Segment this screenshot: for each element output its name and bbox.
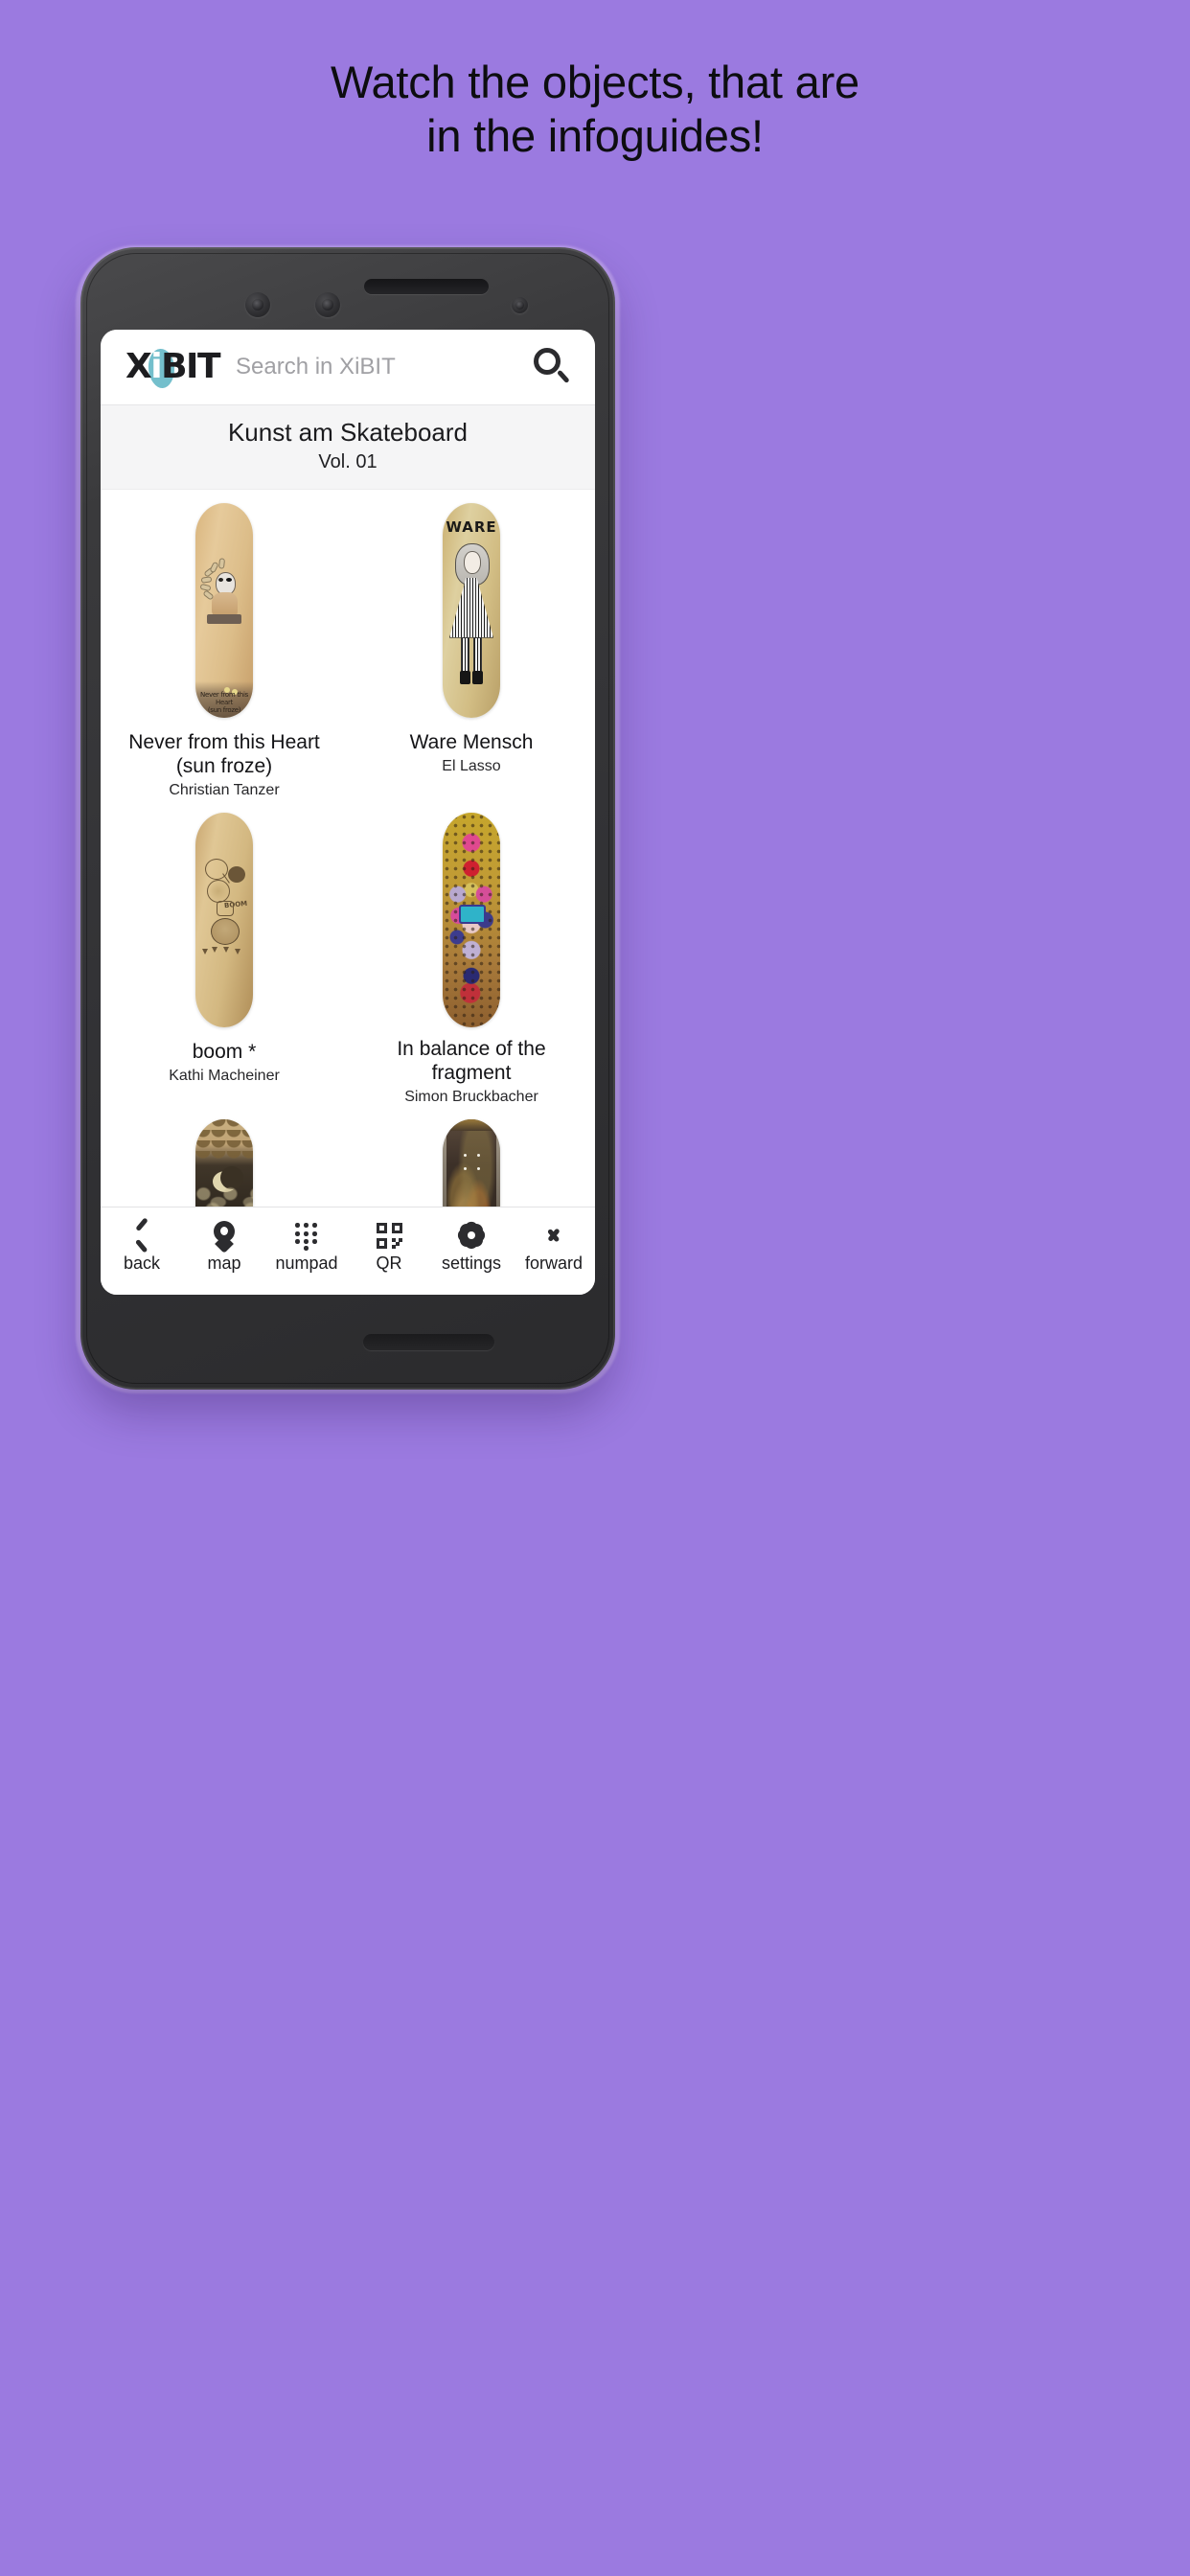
artwork-title-line-1: Never from this Heart [128, 730, 320, 753]
artwork-caption: Never from this Heart (sun froze) Christ… [128, 730, 320, 801]
deck-inscription-line-1: Never from this Heart [200, 690, 248, 706]
artwork-card[interactable]: Never from this Heart (sun froze) Never … [101, 502, 348, 813]
deck-top-edge [443, 1119, 500, 1132]
logo-bit: BIT [161, 347, 220, 386]
deck-scales [195, 1119, 253, 1162]
deck-inscription: Never from this Heart (sun froze) [195, 691, 253, 714]
deck-bolt [477, 1154, 480, 1158]
deck-eye [226, 578, 232, 583]
deck-eye [218, 578, 223, 583]
nav-label: back [123, 1254, 161, 1273]
proximity-sensor-icon [315, 292, 340, 317]
search-input[interactable]: Search in XiBIT [210, 354, 530, 380]
phone-screen: XiBIT Search in XiBIT Kunst am Skateboar… [101, 330, 595, 1295]
deck-bolt [464, 1154, 467, 1158]
deck-leg [461, 636, 469, 674]
bottom-speaker-grille [363, 1334, 494, 1350]
deck-inscription-line-2: (sun froze) [207, 705, 241, 714]
map-pin-icon [214, 1219, 235, 1252]
phone-mockup: XiBIT Search in XiBIT Kunst am Skateboar… [80, 247, 615, 1390]
xibit-logo: XiBIT [126, 346, 220, 389]
deck-shoe [460, 670, 470, 684]
nav-item-qr[interactable]: QR [349, 1219, 429, 1274]
chevron-right-icon [545, 1219, 562, 1252]
search-icon[interactable] [530, 345, 574, 389]
logo-text: XiBIT [126, 346, 220, 388]
deck-table [207, 614, 241, 625]
artwork-title: Ware Mensch [409, 730, 534, 753]
artwork-artist: Christian Tanzer [169, 782, 280, 799]
deck-barcode-dress [449, 577, 493, 638]
artwork-artist: Simon Bruckbacher [404, 1089, 538, 1106]
nav-item-map[interactable]: map [184, 1219, 264, 1274]
deck-clown-face [211, 917, 240, 945]
deck-sun-burst [207, 879, 230, 903]
headline-line-1: Watch the objects, that are [331, 57, 859, 107]
artwork-caption: boom * Kathi Macheiner [169, 1040, 280, 1087]
deck-sketch [217, 900, 234, 916]
nav-item-back[interactable]: back [102, 1219, 182, 1274]
bottom-navigation-bar: back map numpad QR settings forward [101, 1207, 595, 1295]
logo-x: X [126, 347, 152, 386]
skateboard-deck-image[interactable] [443, 812, 500, 1027]
chevron-left-icon [133, 1219, 150, 1252]
gear-icon [455, 1219, 488, 1252]
search-icon-ring [534, 348, 561, 375]
headline-line-2: in the infoguides! [426, 110, 764, 162]
deck-shoe [472, 670, 483, 684]
deck-sketch [228, 865, 245, 883]
exhibition-title: Kunst am Skateboard [227, 418, 469, 447]
artwork-caption: In balance of the fragment Simon Bruckba… [357, 1037, 585, 1108]
artwork-artist: Kathi Macheiner [169, 1068, 280, 1085]
logo-i: i [150, 347, 162, 386]
deck-leg [473, 636, 482, 674]
artwork-artist: El Lasso [442, 757, 501, 774]
deck-bolt [464, 1167, 467, 1171]
deck-figure [199, 558, 243, 628]
artwork-title: In balance of the fragment [397, 1037, 546, 1085]
artwork-title: boom * [192, 1040, 257, 1063]
deck-bolt [477, 1167, 480, 1171]
earpiece-speaker [364, 279, 489, 294]
artwork-title: Never from this Heart (sun froze) [128, 730, 320, 778]
numpad-icon [294, 1219, 319, 1252]
skateboard-deck-image[interactable]: BOOM [195, 812, 253, 1027]
artwork-caption: Ware Mensch El Lasso [410, 730, 534, 777]
nav-label: QR [376, 1254, 402, 1273]
nav-label: map [207, 1254, 241, 1273]
exhibition-volume: Vol. 01 [318, 450, 378, 472]
app-bar: XiBIT Search in XiBIT [101, 330, 595, 404]
front-camera-icon [245, 292, 270, 317]
search-icon-handle [557, 369, 570, 384]
nav-item-forward[interactable]: forward [514, 1219, 594, 1274]
nav-label: forward [524, 1254, 584, 1273]
artwork-card[interactable]: In balance of the fragment Simon Bruckba… [348, 812, 595, 1119]
exhibition-header: Kunst am Skateboard Vol. 01 [101, 405, 595, 490]
deck-blue-panel [459, 904, 486, 924]
deck-word: WARE [446, 518, 497, 536]
deck-face [464, 550, 481, 574]
qr-code-icon [376, 1219, 402, 1252]
nav-label: settings [441, 1254, 502, 1273]
artwork-card[interactable]: WARE Ware Mensch El Lasso [348, 502, 595, 813]
nav-item-numpad[interactable]: numpad [266, 1219, 347, 1274]
artwork-grid: Never from this Heart (sun froze) Never … [101, 489, 595, 1274]
nav-item-settings[interactable]: settings [431, 1219, 512, 1274]
artwork-title-line-2: (sun froze) [175, 754, 273, 777]
nav-label: numpad [275, 1254, 338, 1273]
skateboard-deck-image[interactable]: Never from this Heart (sun froze) [195, 502, 253, 718]
deck-bunting [200, 946, 248, 958]
promo-headline: Watch the objects, that are in the infog… [0, 56, 1190, 164]
artwork-card[interactable]: BOOM boom * Kathi Macheiner [101, 812, 348, 1119]
skateboard-deck-image[interactable]: WARE [443, 502, 500, 718]
ambient-light-sensor-icon [512, 297, 528, 313]
